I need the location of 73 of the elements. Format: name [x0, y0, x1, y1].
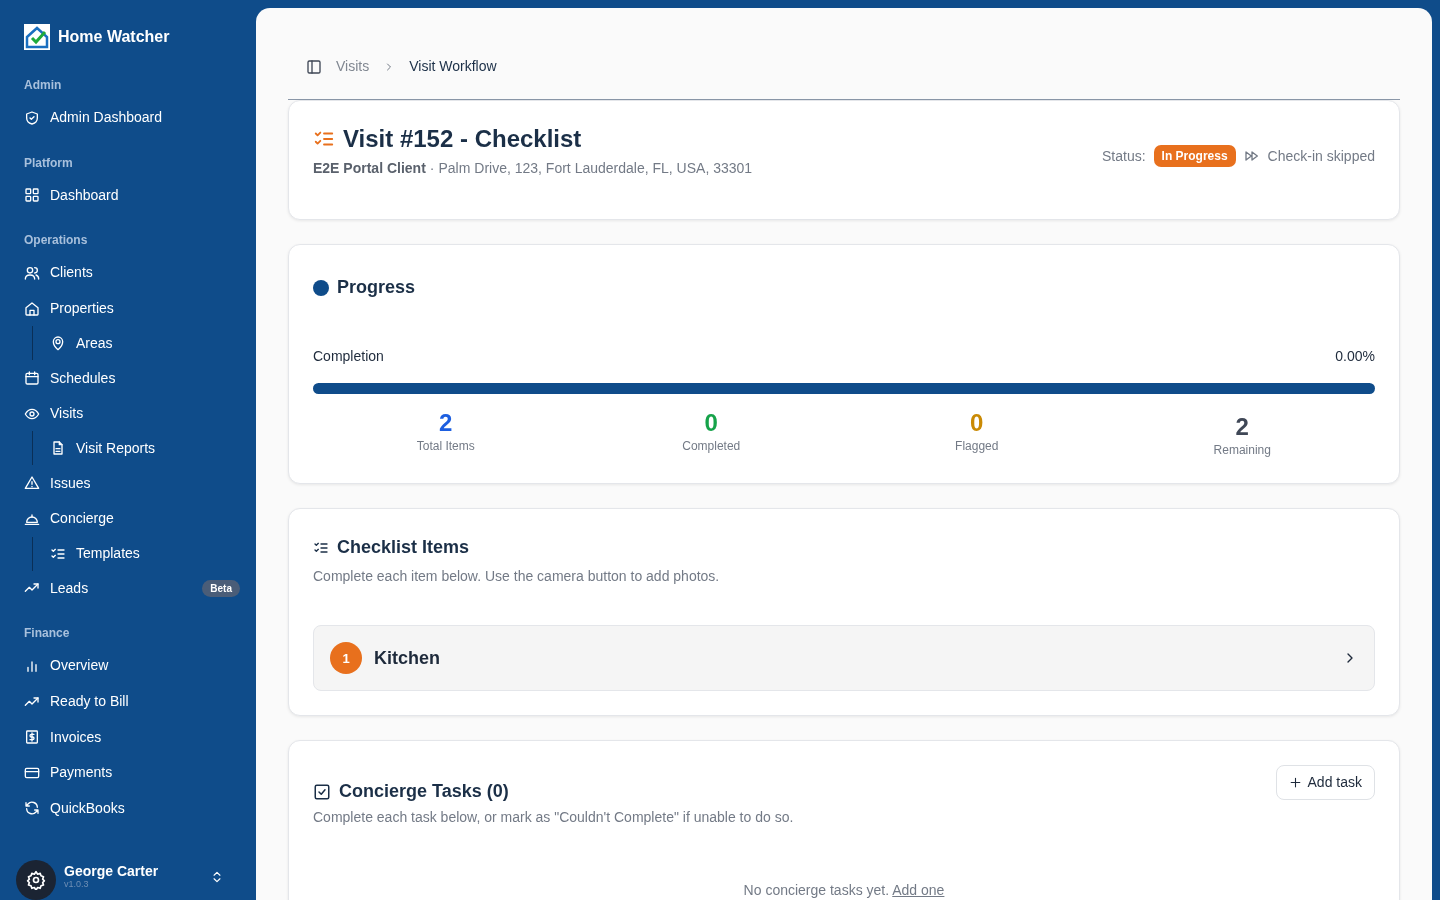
- section-heading: Platform: [24, 154, 74, 172]
- checkin-text: Check-in skipped: [1267, 146, 1375, 166]
- bar-chart-icon: [24, 658, 40, 674]
- section-title: Checklist Items: [337, 536, 470, 559]
- client-name: E2E Portal Client: [313, 158, 426, 178]
- section-description: Complete each item below. Use the camera button to add photos.: [313, 567, 721, 587]
- section-title: Concierge Tasks (0): [339, 781, 509, 803]
- sidebar-item[interactable]: Admin Dashboard: [24, 100, 240, 136]
- settings-button[interactable]: [16, 860, 56, 900]
- warning-icon: [24, 475, 40, 492]
- sync-icon: [24, 800, 40, 817]
- area-number: 1: [330, 642, 362, 675]
- stat-label: Flagged: [955, 437, 999, 455]
- stat-value: 2: [1235, 414, 1249, 441]
- sidebar-subitem[interactable]: Areas: [50, 326, 240, 361]
- section-heading: Finance: [24, 625, 71, 643]
- logo-icon: [24, 24, 50, 50]
- sidebar-item[interactable]: Dashboard: [24, 177, 240, 214]
- add-one-link[interactable]: Add one: [892, 881, 945, 898]
- breadcrumb-current: Visit Workflow: [409, 57, 497, 76]
- separator-dot: ·: [429, 158, 435, 178]
- completion-label: Completion: [313, 347, 384, 367]
- settings-icon: [26, 870, 46, 891]
- add-task-button[interactable]: Add task: [1275, 765, 1375, 801]
- map-pin-icon: [50, 335, 66, 352]
- completion-reading: 0.00%: [1335, 347, 1375, 367]
- area-name: Kitchen: [374, 646, 440, 670]
- sidebar-item[interactable]: Invoices: [24, 719, 240, 755]
- sidebar-item[interactable]: Overview: [24, 648, 240, 684]
- user-name: George Carter: [64, 864, 159, 880]
- section-title: Progress: [337, 276, 416, 299]
- house-icon: [24, 300, 40, 317]
- document-icon: [50, 440, 66, 457]
- status-label: Status:: [1102, 146, 1146, 166]
- calendar-icon: [24, 370, 40, 387]
- stat-value: 2: [439, 410, 453, 437]
- section-heading: Operations: [24, 232, 89, 250]
- page-title: Visit #152 - Checklist: [343, 125, 582, 154]
- sidebar-item[interactable]: Issues: [24, 465, 240, 502]
- sidebar-item[interactable]: Schedules: [24, 360, 240, 396]
- stat-value: 0: [704, 410, 718, 437]
- sidebar-subitem[interactable]: Templates: [50, 536, 240, 571]
- empty-message: No concierge tasks yet. Add one: [742, 880, 946, 900]
- stat-label: Completed: [682, 437, 741, 455]
- users-icon: [24, 264, 40, 281]
- checkbox-icon: [313, 783, 331, 802]
- dollar-icon: [24, 729, 40, 746]
- sidebar-item[interactable]: Ready to Bill: [24, 683, 240, 720]
- sidebar-item[interactable]: Clients: [24, 255, 240, 291]
- section-heading: Admin: [24, 77, 63, 94]
- grid-icon: [24, 187, 40, 204]
- shield-icon: [24, 109, 40, 126]
- brand-name: Home Watcher: [58, 27, 170, 47]
- sidebar-item[interactable]: Payments: [24, 754, 240, 791]
- sidebar-item[interactable]: Leads Beta: [24, 570, 240, 607]
- stat-label: Remaining: [1213, 441, 1271, 459]
- status-badge: In Progress: [1153, 145, 1236, 167]
- sidebar-item[interactable]: Visits: [24, 395, 240, 432]
- status-dot-icon: [313, 279, 329, 296]
- version-text: v1.0.3: [64, 879, 89, 890]
- stat-value: 0: [970, 410, 984, 437]
- beta-badge: Beta: [202, 579, 240, 597]
- sidebar-item[interactable]: Concierge: [24, 501, 240, 537]
- stat-label: Total Items: [416, 437, 475, 455]
- breadcrumb-link[interactable]: Visits: [336, 56, 370, 77]
- sidebar-item[interactable]: QuickBooks: [24, 790, 240, 827]
- sidebar-subitem[interactable]: Visit Reports: [50, 431, 240, 466]
- sidebar-toggle-icon[interactable]: [306, 58, 322, 75]
- section-description: Complete each task below, or mark as "Couldn't Complete" if unable to do so.: [313, 807, 794, 827]
- plus-icon: [1288, 776, 1302, 790]
- sidebar-item[interactable]: Properties: [24, 290, 240, 327]
- address-text: Palm Drive, 123, Fort Lauderdale, FL, USA, 33301: [438, 158, 753, 178]
- area-row[interactable]: 1 Kitchen: [313, 625, 1375, 692]
